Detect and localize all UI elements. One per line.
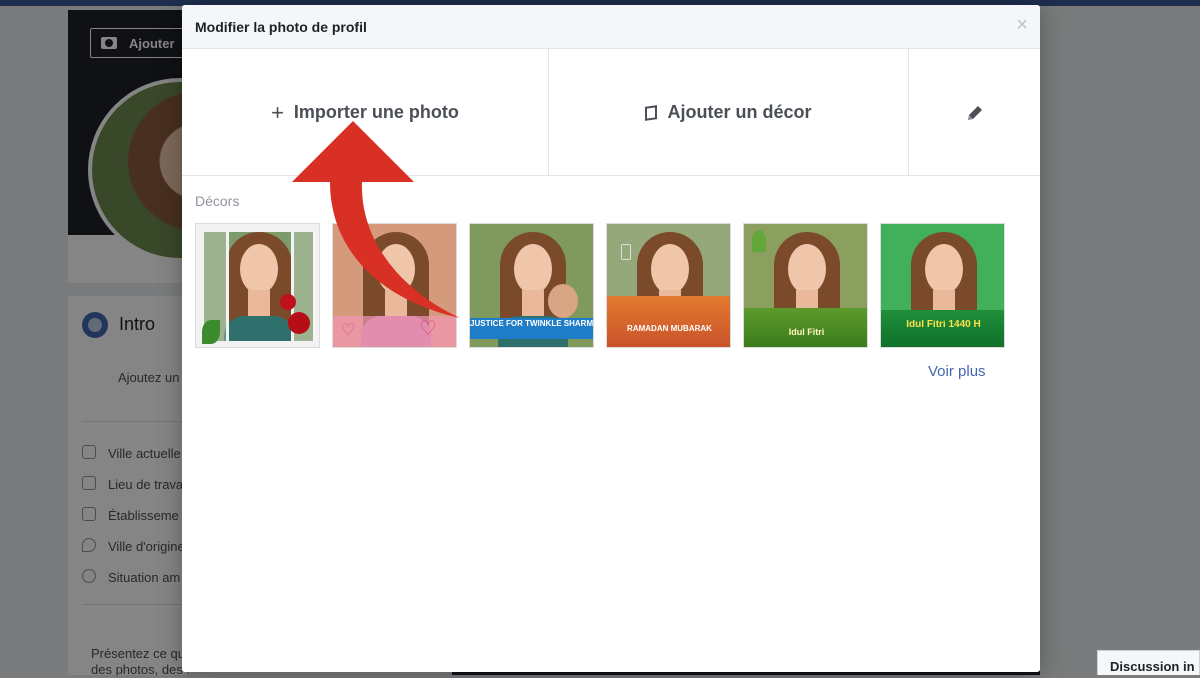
heart-decoration: ♡: [341, 322, 356, 339]
frame-thumbnail[interactable]: JUSTICE FOR TWINKLE SHARMA: [469, 223, 594, 348]
chat-tab[interactable]: Discussion in: [1097, 650, 1200, 675]
edit-photo-button[interactable]: [908, 49, 1040, 176]
close-icon[interactable]: ×: [1016, 15, 1028, 35]
frame-banner: Idul Fitri: [788, 328, 825, 337]
add-frame-label: Ajouter un décor: [667, 102, 812, 122]
rose-decoration: [280, 294, 296, 310]
see-more-link[interactable]: Voir plus: [928, 363, 986, 380]
child-portrait: [548, 284, 578, 318]
lantern-overlay: [607, 296, 730, 347]
frames-section-label: Décors: [195, 193, 240, 209]
portrait-face: [925, 244, 963, 294]
upload-photo-button[interactable]: + Importer une photo: [182, 49, 548, 176]
frames-list: ♡ ♡ JUSTICE FOR TWINKLE SHARMA RAMADAN M…: [195, 223, 1025, 349]
frame-thumbnail[interactable]: Idul Fitri: [743, 223, 868, 348]
dialog-title: Modifier la photo de profil: [195, 19, 367, 35]
portrait-face: [514, 244, 552, 294]
frame-banner: Idul Fitri 1440 H: [906, 320, 981, 330]
upload-photo-label: Importer une photo: [293, 102, 459, 122]
frame-thumbnail[interactable]: ♡ ♡: [332, 223, 457, 348]
frame-thumbnail[interactable]: RAMADAN MUBARAK: [606, 223, 731, 348]
portrait-face: [651, 244, 689, 294]
dialog-header: Modifier la photo de profil ×: [182, 5, 1040, 49]
photo-actions-row: + Importer une photo Ajouter un décor: [182, 49, 1040, 176]
edit-profile-photo-dialog: Modifier la photo de profil × + Importer…: [182, 5, 1040, 672]
frame-banner: JUSTICE FOR TWINKLE SHARMA: [470, 318, 593, 339]
frame-thumbnail[interactable]: Idul Fitri 1440 H: [880, 223, 1005, 348]
portrait-face: [377, 244, 415, 294]
leaf-decoration: [202, 320, 220, 344]
portrait-face: [788, 244, 826, 294]
heart-decoration: ♡: [419, 318, 437, 340]
ketupat-decoration: [752, 230, 766, 252]
frame-thumbnail[interactable]: [195, 223, 320, 348]
pencil-icon: [967, 105, 982, 120]
frame-banner: RAMADAN MUBARAK: [627, 324, 712, 333]
lantern-decoration: [621, 244, 631, 260]
frame-icon: [645, 104, 658, 121]
rose-decoration: [288, 312, 310, 334]
plus-icon: +: [271, 99, 284, 125]
add-frame-button[interactable]: Ajouter un décor: [548, 49, 908, 176]
